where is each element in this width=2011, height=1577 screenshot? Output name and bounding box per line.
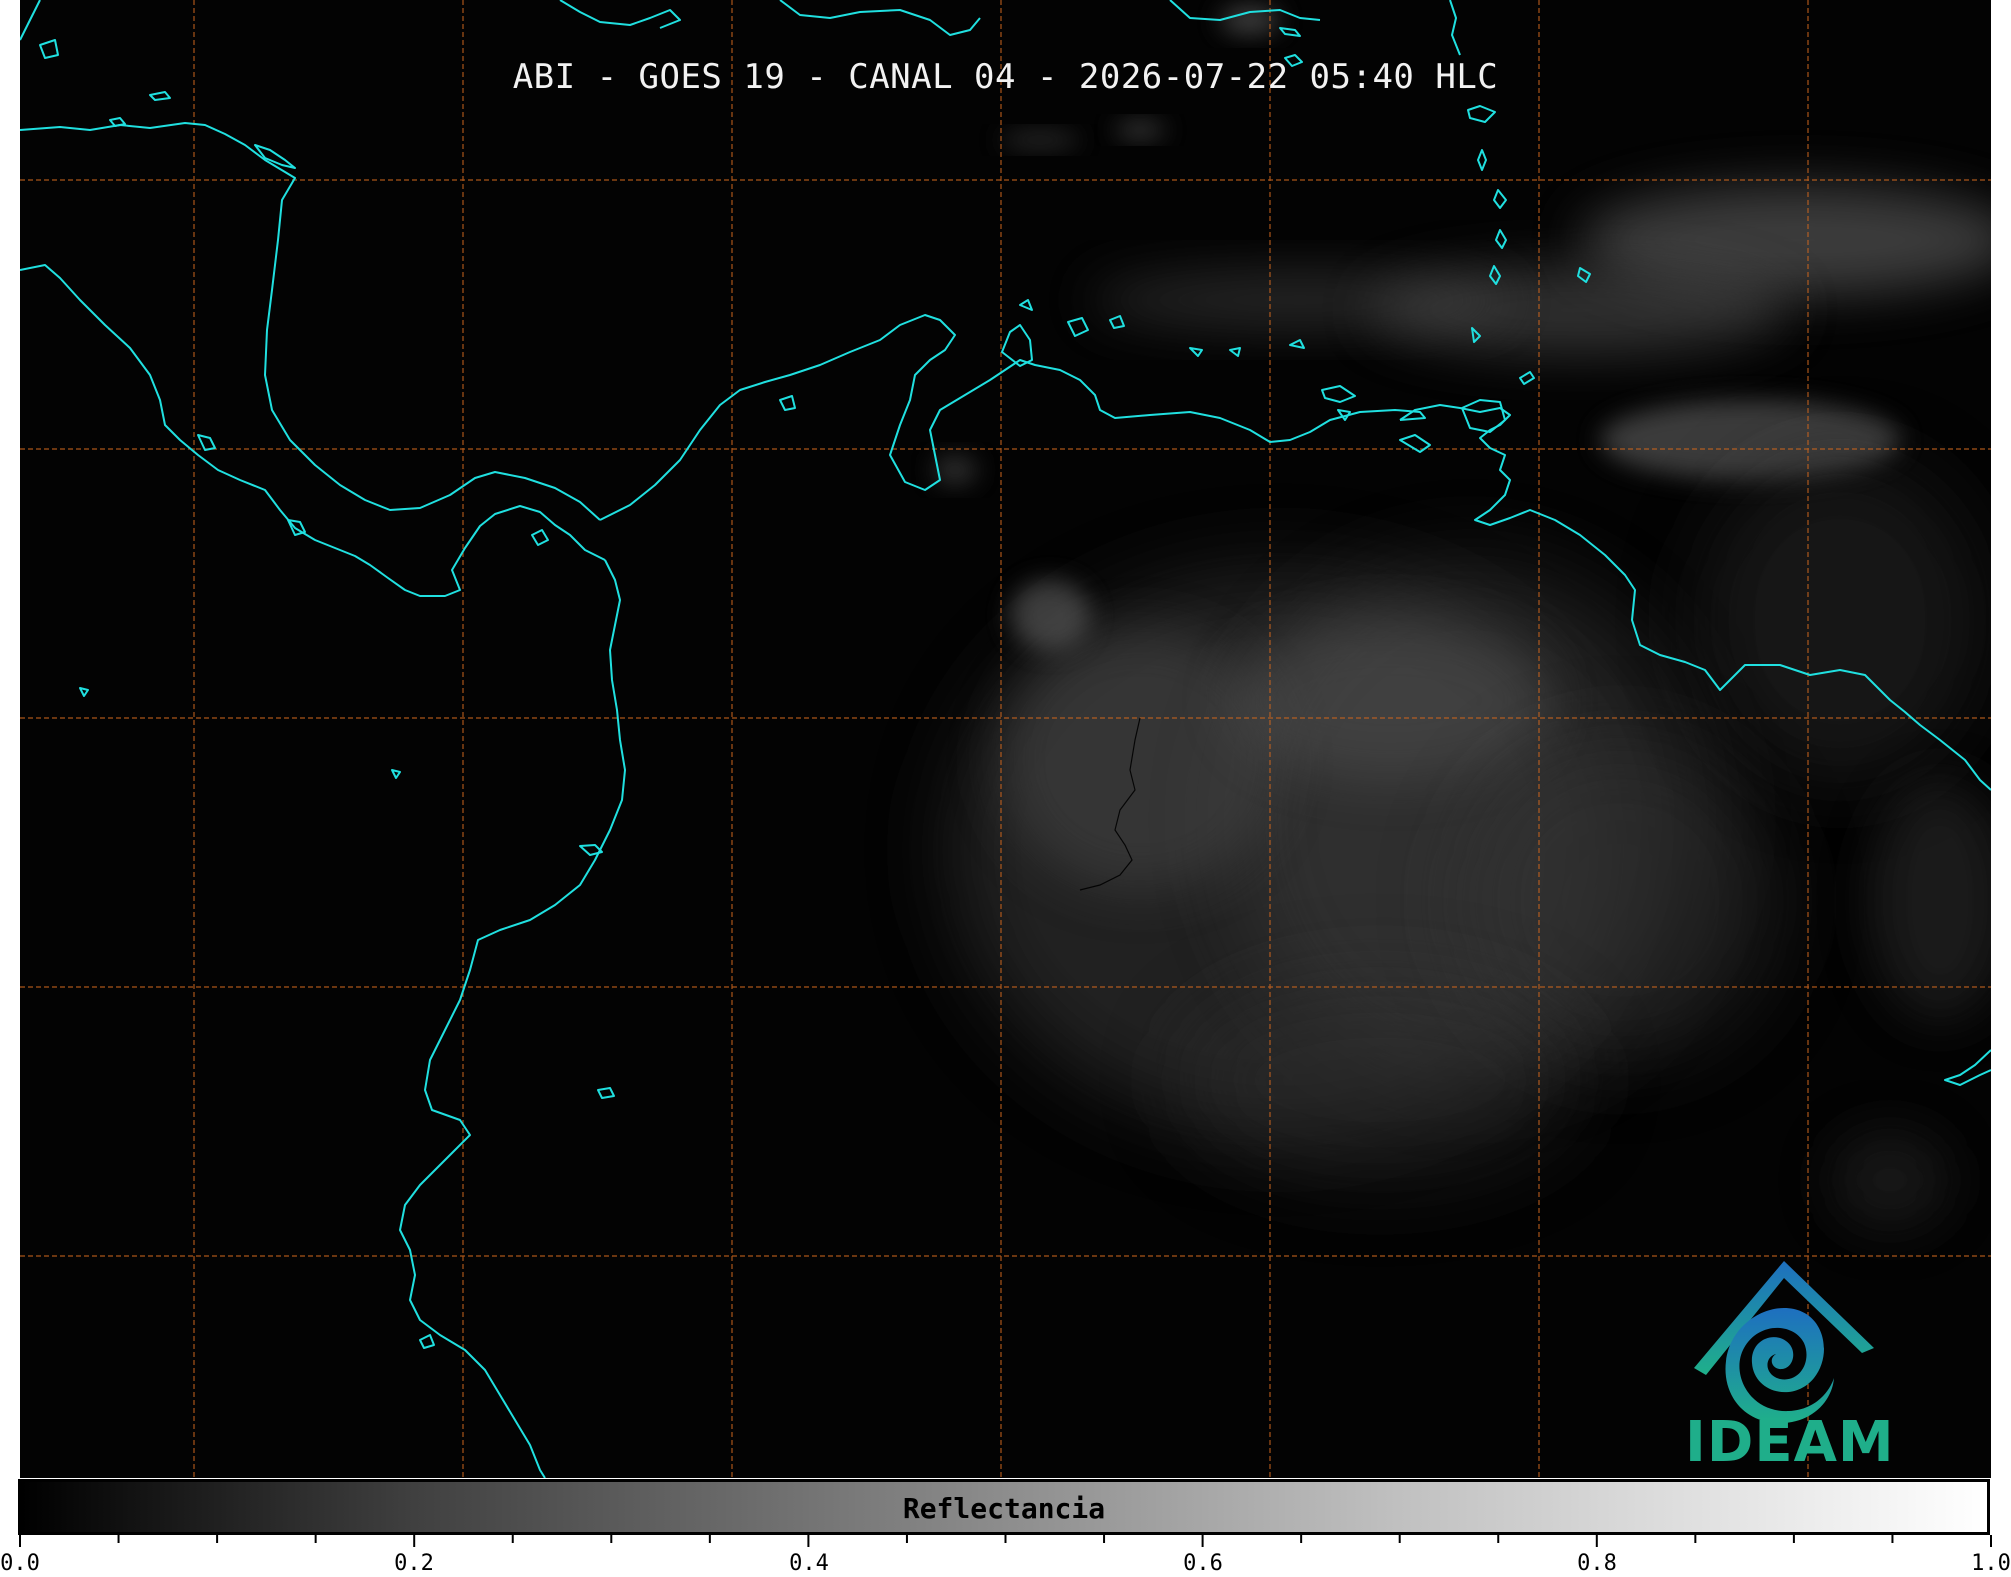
- tick-label-3: 0.6: [1183, 1551, 1223, 1576]
- cloud-layer: [933, 6, 1991, 1230]
- tick-label-5: 1.0: [1971, 1551, 2011, 1576]
- tick-label-1: 0.2: [394, 1551, 434, 1576]
- satellite-map: ABI - GOES 19 - CANAL 04 - 2026-07-22 05…: [20, 0, 1991, 1478]
- map-title: ABI - GOES 19 - CANAL 04 - 2026-07-22 05…: [512, 57, 1499, 97]
- tick-label-2: 0.4: [789, 1551, 829, 1576]
- tick-label-0: 0.0: [0, 1551, 40, 1576]
- reflectance-colorbar: Reflectancia: [18, 1479, 1990, 1535]
- colorbar-tick-labels: 0.0 0.2 0.4 0.6 0.8 1.0: [0, 1535, 2011, 1577]
- colorbar-label: Reflectancia: [902, 1492, 1106, 1525]
- ideam-logo-text: IDEAM: [1685, 1410, 1895, 1475]
- tick-label-4: 0.8: [1577, 1551, 1617, 1576]
